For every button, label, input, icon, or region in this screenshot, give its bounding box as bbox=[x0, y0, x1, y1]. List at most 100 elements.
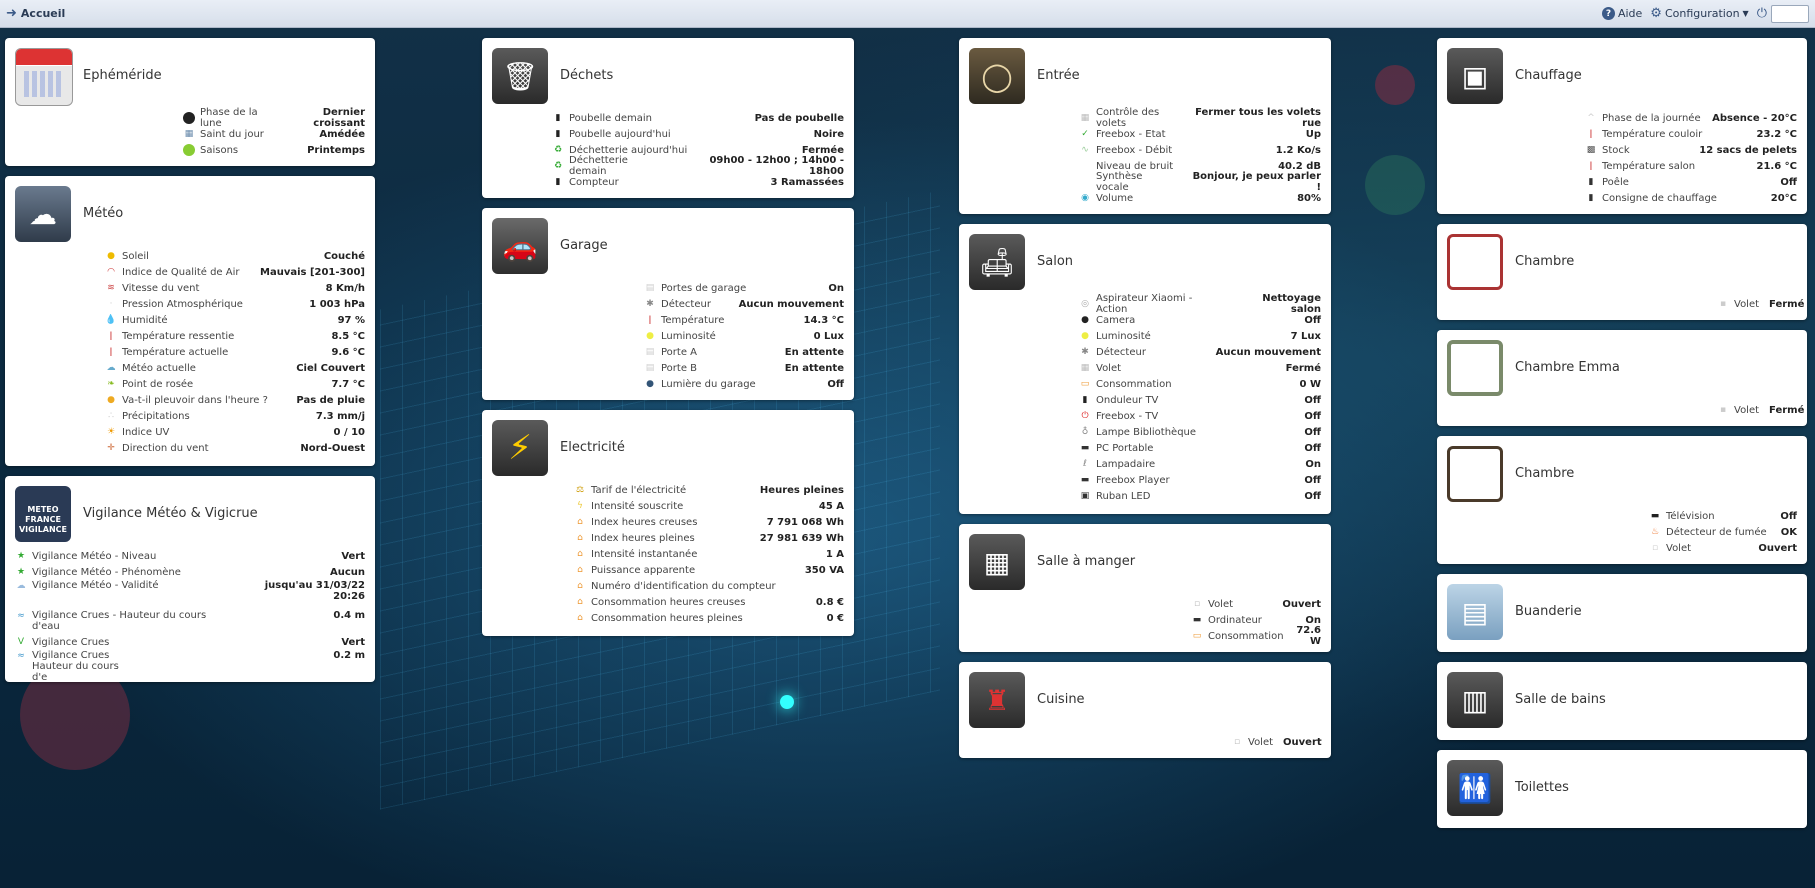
uv-icon: ☀ bbox=[106, 427, 116, 437]
row-value: 45 A bbox=[818, 500, 844, 512]
row-label: Volet bbox=[1734, 404, 1760, 416]
compass-icon: ✛ bbox=[107, 443, 115, 453]
led-strip-icon: ▣ bbox=[1080, 491, 1090, 501]
info-row: ♨ Détecteur de fumée OK bbox=[1649, 524, 1797, 540]
meter-icon: ⌂ bbox=[577, 549, 583, 559]
meter-icon: ⌂ bbox=[577, 597, 583, 607]
chart-icon: ∿ bbox=[1081, 145, 1089, 155]
bin-icon: ▮ bbox=[555, 113, 561, 123]
card-chambre-1[interactable]: Chambre ▪ Volet Fermé bbox=[1437, 224, 1807, 320]
info-row: ǀ Température ressentie 8.5 °C bbox=[105, 328, 365, 344]
row-value: 0 / 10 bbox=[333, 426, 366, 438]
card-cuisine[interactable]: ♜ Cuisine ▫ Volet Ouvert bbox=[959, 662, 1331, 758]
row-value: 40.2 dB bbox=[1278, 160, 1321, 172]
info-row: ⌂ Index heures creuses 7 791 068 Wh bbox=[574, 514, 844, 530]
row-value: Pas de poubelle bbox=[754, 112, 844, 124]
row-label: Volet bbox=[1208, 598, 1234, 610]
row-label: Phase de la lune bbox=[200, 107, 258, 129]
card-chambre[interactable]: Chambre ▬ Télévision Off ♨ Détecteur de fum… bbox=[1437, 436, 1807, 564]
info-row: ▤ Portes de garage On bbox=[644, 280, 844, 296]
speech-icon bbox=[1079, 176, 1091, 188]
row-value: Vert bbox=[341, 636, 365, 648]
card-title: Cuisine bbox=[1037, 692, 1085, 707]
row-value: Fermé bbox=[1769, 298, 1805, 310]
card-chambre-emma[interactable]: Chambre Emma ▪ Volet Fermé bbox=[1437, 330, 1807, 426]
row-value: 0.2 m bbox=[333, 650, 365, 661]
meter-icon: ⌂ bbox=[577, 613, 583, 623]
info-row: ≈ Vigilance Crues - Hauteur du cours d'ea… bbox=[15, 610, 365, 634]
configuration-menu[interactable]: ⚙ Configuration ▼ bbox=[1650, 6, 1748, 21]
row-value: jusqu'au 31/03/22 20:26 bbox=[264, 580, 365, 602]
row-label: Température salon bbox=[1602, 160, 1696, 172]
row-value: Noire bbox=[813, 128, 844, 140]
volume-icon: ◉ bbox=[1081, 193, 1089, 203]
info-row: ▪ Volet Fermé bbox=[1717, 296, 1804, 312]
row-label: Luminosité bbox=[1096, 330, 1151, 342]
card-buanderie[interactable]: ▤ Buanderie bbox=[1437, 574, 1807, 652]
row-label: Pression Atmosphérique bbox=[122, 298, 243, 310]
help-link[interactable]: ? Aide bbox=[1601, 7, 1642, 20]
power-button[interactable]: ⏻ bbox=[1757, 4, 1809, 23]
season-icon bbox=[183, 144, 195, 156]
row-value: 21.6 °C bbox=[1756, 160, 1798, 172]
card-rows: ▪ Volet Fermé bbox=[1717, 296, 1804, 312]
sofa-icon: 🛋 bbox=[969, 234, 1025, 290]
row-value: Bonjour, je peux parler ! bbox=[1192, 171, 1321, 193]
info-row: ▮ Onduleur TV Off bbox=[1079, 392, 1321, 408]
calendar-icon bbox=[15, 48, 73, 106]
info-row: ▫ Volet Ouvert bbox=[1231, 734, 1322, 750]
card-salle-a-manger[interactable]: ▦ Salle à manger ▫ Volet Ouvert ▬ Ordinateu… bbox=[959, 524, 1331, 652]
user-box[interactable] bbox=[1771, 4, 1809, 23]
card-salle-de-bains[interactable]: ▥ Salle de bains bbox=[1437, 662, 1807, 740]
card-toilettes[interactable]: 🚻 Toilettes bbox=[1437, 750, 1807, 828]
row-label: Poubelle demain bbox=[569, 112, 653, 124]
shutter-icon: ▫ bbox=[1193, 599, 1201, 609]
row-label: Température ressentie bbox=[122, 330, 235, 342]
card-vigilance[interactable]: METEO FRANCE VIGILANCE Vigilance Météo &… bbox=[5, 476, 375, 683]
card-electricite[interactable]: ⚡ Electricité ⚖ Tarif de l'électricité Heu… bbox=[482, 410, 854, 636]
row-value: Mauvais [201-300] bbox=[260, 266, 365, 278]
info-row: ⌂ Puissance apparente 350 VA bbox=[574, 562, 844, 578]
card-dechets[interactable]: 🗑 Déchets ▮ Poubelle demain Pas de poubell… bbox=[482, 38, 854, 198]
row-value: 0 Lux bbox=[813, 330, 844, 342]
noise-icon bbox=[1079, 160, 1091, 172]
info-row: ℓ Lampadaire On bbox=[1079, 456, 1321, 472]
row-value: Printemps bbox=[307, 144, 365, 156]
info-row: ǀ Température 14.3 °C bbox=[644, 312, 844, 328]
row-value: Ouvert bbox=[1758, 542, 1797, 554]
row-label: Vigilance Météo - Phénomène bbox=[32, 566, 181, 578]
row-label: Puissance apparente bbox=[591, 564, 696, 576]
card-title: Chambre Emma bbox=[1515, 360, 1620, 375]
info-row: 💧 Humidité 97 % bbox=[105, 312, 365, 328]
info-row: ⚖ Tarif de l'électricité Heures pleines bbox=[574, 482, 844, 498]
flame-icon: ♨ bbox=[1650, 527, 1660, 537]
row-label: Ordinateur bbox=[1208, 614, 1262, 626]
card-garage[interactable]: 🚗 Garage ▤ Portes de garage On ✱ Détecteur A… bbox=[482, 208, 854, 400]
info-row: ▪ Volet Fermé bbox=[1717, 402, 1804, 418]
card-salon[interactable]: 🛋 Salon ◎ Aspirateur Xiaomi - Action Netto… bbox=[959, 224, 1331, 514]
info-row: Synthèse vocale Bonjour, je peux parler ! bbox=[1079, 171, 1321, 193]
row-label: Luminosité bbox=[661, 330, 716, 342]
card-meteo[interactable]: ☁ Météo ● Soleil Couché ◠ Indice de Qualité… bbox=[5, 176, 375, 466]
row-label: Stock bbox=[1602, 144, 1630, 156]
card-ephemeride[interactable]: Ephéméride Phase de la lune Dernier crois… bbox=[5, 38, 375, 166]
card-chauffage[interactable]: ▣ Chauffage ^ Phase de la journée Absence … bbox=[1437, 38, 1807, 214]
row-value: Absence - 20°C bbox=[1712, 112, 1797, 124]
card-title: Chambre bbox=[1515, 466, 1575, 481]
home-link[interactable]: ➜ Accueil bbox=[6, 6, 65, 21]
card-title: Chambre bbox=[1515, 254, 1575, 269]
row-label: Vigilance Météo - Niveau bbox=[32, 550, 157, 562]
info-row: ☁ Vigilance Météo - Validité jusqu'au 31/0… bbox=[15, 580, 366, 610]
bolt-icon: ϟ bbox=[577, 501, 583, 511]
toilet-sign-icon: 🚻 bbox=[1447, 760, 1503, 816]
row-value: Fermer tous les volets rue bbox=[1195, 107, 1321, 129]
card-title: Météo bbox=[83, 206, 124, 221]
star-icon: ★ bbox=[16, 567, 26, 577]
rain-sun-icon: ● bbox=[107, 395, 115, 405]
row-label: Détecteur bbox=[1096, 346, 1146, 358]
dining-table-icon: ▦ bbox=[969, 534, 1025, 590]
card-entree[interactable]: ◯ Entrée ▦ Contrôle des volets Fermer tous… bbox=[959, 38, 1331, 214]
power-meter-icon: ▭ bbox=[1192, 631, 1202, 641]
row-value: Amédée bbox=[319, 128, 365, 140]
info-row: ♁ Lampe Bibliothèque Off bbox=[1079, 424, 1321, 440]
